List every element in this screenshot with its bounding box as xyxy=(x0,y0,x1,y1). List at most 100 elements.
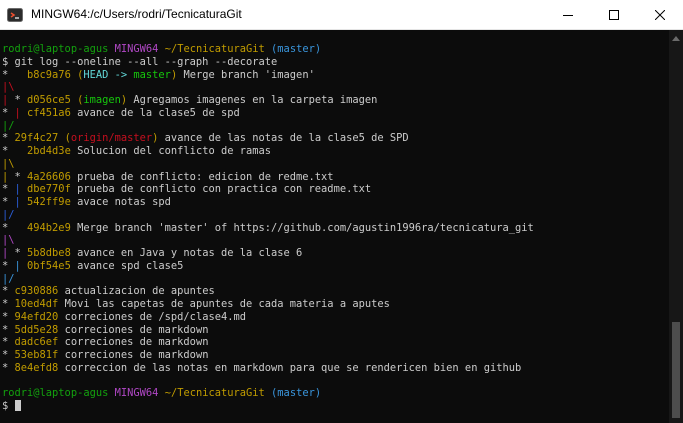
graph-segment: * xyxy=(2,361,15,374)
remote-branch-ref: origin/master xyxy=(70,132,153,145)
log-line: |/ xyxy=(2,273,666,286)
vertical-scrollbar[interactable] xyxy=(669,30,683,423)
log-line: | * 4a26606 prueba de conflicto: edicion… xyxy=(2,171,666,184)
graph-segment: * xyxy=(2,298,15,310)
minimize-button[interactable] xyxy=(545,0,591,30)
ref-open: ( xyxy=(70,94,84,106)
commit-hash: 4a26606 xyxy=(27,170,71,183)
branch-ref: imagen xyxy=(83,94,121,106)
commit-hash: dbe770f xyxy=(27,183,71,196)
title-bar[interactable]: MINGW64:/c/Users/rodri/TecnicaturaGit xyxy=(0,0,683,30)
log-line: * 8e4efd8 correccion de las notas en mar… xyxy=(2,362,666,375)
commit-hash: d056ce5 xyxy=(27,94,71,106)
commit-hash: cf451a6 xyxy=(27,106,71,119)
graph-segment: | xyxy=(2,170,15,183)
maximize-icon xyxy=(609,10,619,20)
graph-segment: | xyxy=(2,247,15,259)
prompt-shell: MINGW64 xyxy=(114,43,159,55)
graph-segment: | xyxy=(14,259,28,272)
commit-hash: 5b8dbe8 xyxy=(27,247,71,259)
prompt-line: rodri@laptop-agus MINGW64 ~/TecnicaturaG… xyxy=(2,387,666,400)
commit-hash: 5dd5e28 xyxy=(14,323,59,336)
log-line: | * d056ce5 (imagen) Agregamos imagenes … xyxy=(2,94,666,107)
prompt-path: ~/TecnicaturaGit xyxy=(164,387,265,400)
log-line: * 94efd20 correciones de /spd/clase4.md xyxy=(2,311,666,324)
log-line: |\ xyxy=(2,234,666,247)
log-line: |/ xyxy=(2,209,666,222)
close-button[interactable] xyxy=(637,0,683,30)
graph-segment: |/ xyxy=(2,272,15,285)
graph-segment: * xyxy=(14,247,28,259)
commit-hash: 542ff9e xyxy=(27,196,71,208)
commit-hash: 0bf54e5 xyxy=(27,259,71,272)
prompt-branch: (master) xyxy=(271,43,322,55)
commit-message: correciones de markdown xyxy=(58,336,209,349)
terminal-output[interactable]: rodri@laptop-agus MINGW64 ~/TecnicaturaG… xyxy=(2,43,666,423)
commit-message: avance de la clase5 de spd xyxy=(70,106,240,119)
commit-message: correciones de /spd/clase4.md xyxy=(58,310,246,323)
commit-hash: 53eb81f xyxy=(14,349,59,361)
graph-segment: * xyxy=(2,221,28,234)
prompt-user-host: rodri@laptop-agus xyxy=(2,387,109,400)
scrollbar-thumb[interactable] xyxy=(672,322,680,418)
prompt-user-host: rodri@laptop-agus xyxy=(2,43,109,55)
commit-message: prueba de conflicto con practica con rea… xyxy=(70,183,372,196)
graph-segment: * xyxy=(2,106,15,119)
commit-message: avance de las notas de la clase5 de SPD xyxy=(158,132,409,145)
head-ref: HEAD -> xyxy=(83,68,134,81)
commit-message: correccion de las notas en markdown para… xyxy=(58,361,522,374)
commit-message: Merge branch 'imagen' xyxy=(177,68,315,81)
commit-hash: c930886 xyxy=(14,285,59,298)
graph-segment: | xyxy=(14,106,28,119)
input-line[interactable]: $ xyxy=(2,400,666,413)
log-line: * 10ed4df Movi las capetas de apuntes de… xyxy=(2,298,666,311)
graph-segment: * xyxy=(2,68,28,81)
commit-message: actualizacion de apuntes xyxy=(58,285,215,298)
commit-hash: dadc6ef xyxy=(14,336,59,349)
ref-open: ( xyxy=(70,68,84,81)
maximize-button[interactable] xyxy=(591,0,637,30)
commit-message: correciones de markdown xyxy=(58,349,209,361)
commit-message: Solucion del conflicto de ramas xyxy=(70,145,272,157)
prompt-symbol: $ xyxy=(2,400,15,412)
commit-hash: 8e4efd8 xyxy=(14,361,59,374)
graph-segment: * xyxy=(2,349,15,361)
commit-hash: 10ed4df xyxy=(14,298,59,310)
commit-message: avance en Java y notas de la clase 6 xyxy=(70,247,303,259)
ref-open: ( xyxy=(58,132,71,145)
graph-segment: * xyxy=(2,145,28,157)
log-line: * 494b2e9 Merge branch 'master' of https… xyxy=(2,222,666,235)
graph-segment: | xyxy=(14,183,28,196)
graph-segment: |/ xyxy=(2,119,15,132)
commit-message: prueba de conflicto: edicion de redme.tx… xyxy=(70,170,334,183)
graph-segment: * xyxy=(2,183,15,196)
graph-segment: * xyxy=(14,170,28,183)
commit-message: Agregamos imagenes en la carpeta imagen xyxy=(127,94,378,106)
log-line: | * 5b8dbe8 avance en Java y notas de la… xyxy=(2,247,666,260)
commit-message: Movi las capetas de apuntes de cada mate… xyxy=(58,298,390,310)
log-line: * c930886 actualizacion de apuntes xyxy=(2,285,666,298)
log-line: * | dbe770f prueba de conflicto con prac… xyxy=(2,183,666,196)
commit-message: avace notas spd xyxy=(70,196,171,208)
graph-segment: | xyxy=(14,196,28,208)
log-line: * 2bd4d3e Solucion del conflicto de rama… xyxy=(2,145,666,158)
graph-segment: * xyxy=(14,94,28,106)
text-cursor xyxy=(14,400,21,411)
log-line: * | 542ff9e avace notas spd xyxy=(2,196,666,209)
commit-hash: 29f4c27 xyxy=(14,132,59,145)
graph-segment: * xyxy=(2,336,15,349)
graph-segment: |\ xyxy=(2,81,15,94)
commit-hash: 94efd20 xyxy=(14,310,59,323)
log-line: |\ xyxy=(2,81,666,94)
prompt-line: rodri@laptop-agus MINGW64 ~/TecnicaturaG… xyxy=(2,43,666,56)
graph-segment: * xyxy=(2,323,15,336)
graph-segment: |/ xyxy=(2,208,15,221)
graph-segment: |\ xyxy=(2,234,15,247)
commit-hash: b8c9a76 xyxy=(27,68,71,81)
log-line: * | cf451a6 avance de la clase5 de spd xyxy=(2,107,666,120)
scroll-up-icon[interactable] xyxy=(672,36,680,41)
log-line: * 29f4c27 (origin/master) avance de las … xyxy=(2,132,666,145)
graph-segment: * xyxy=(2,132,15,145)
log-line: * b8c9a76 (HEAD -> master) Merge branch … xyxy=(2,69,666,82)
